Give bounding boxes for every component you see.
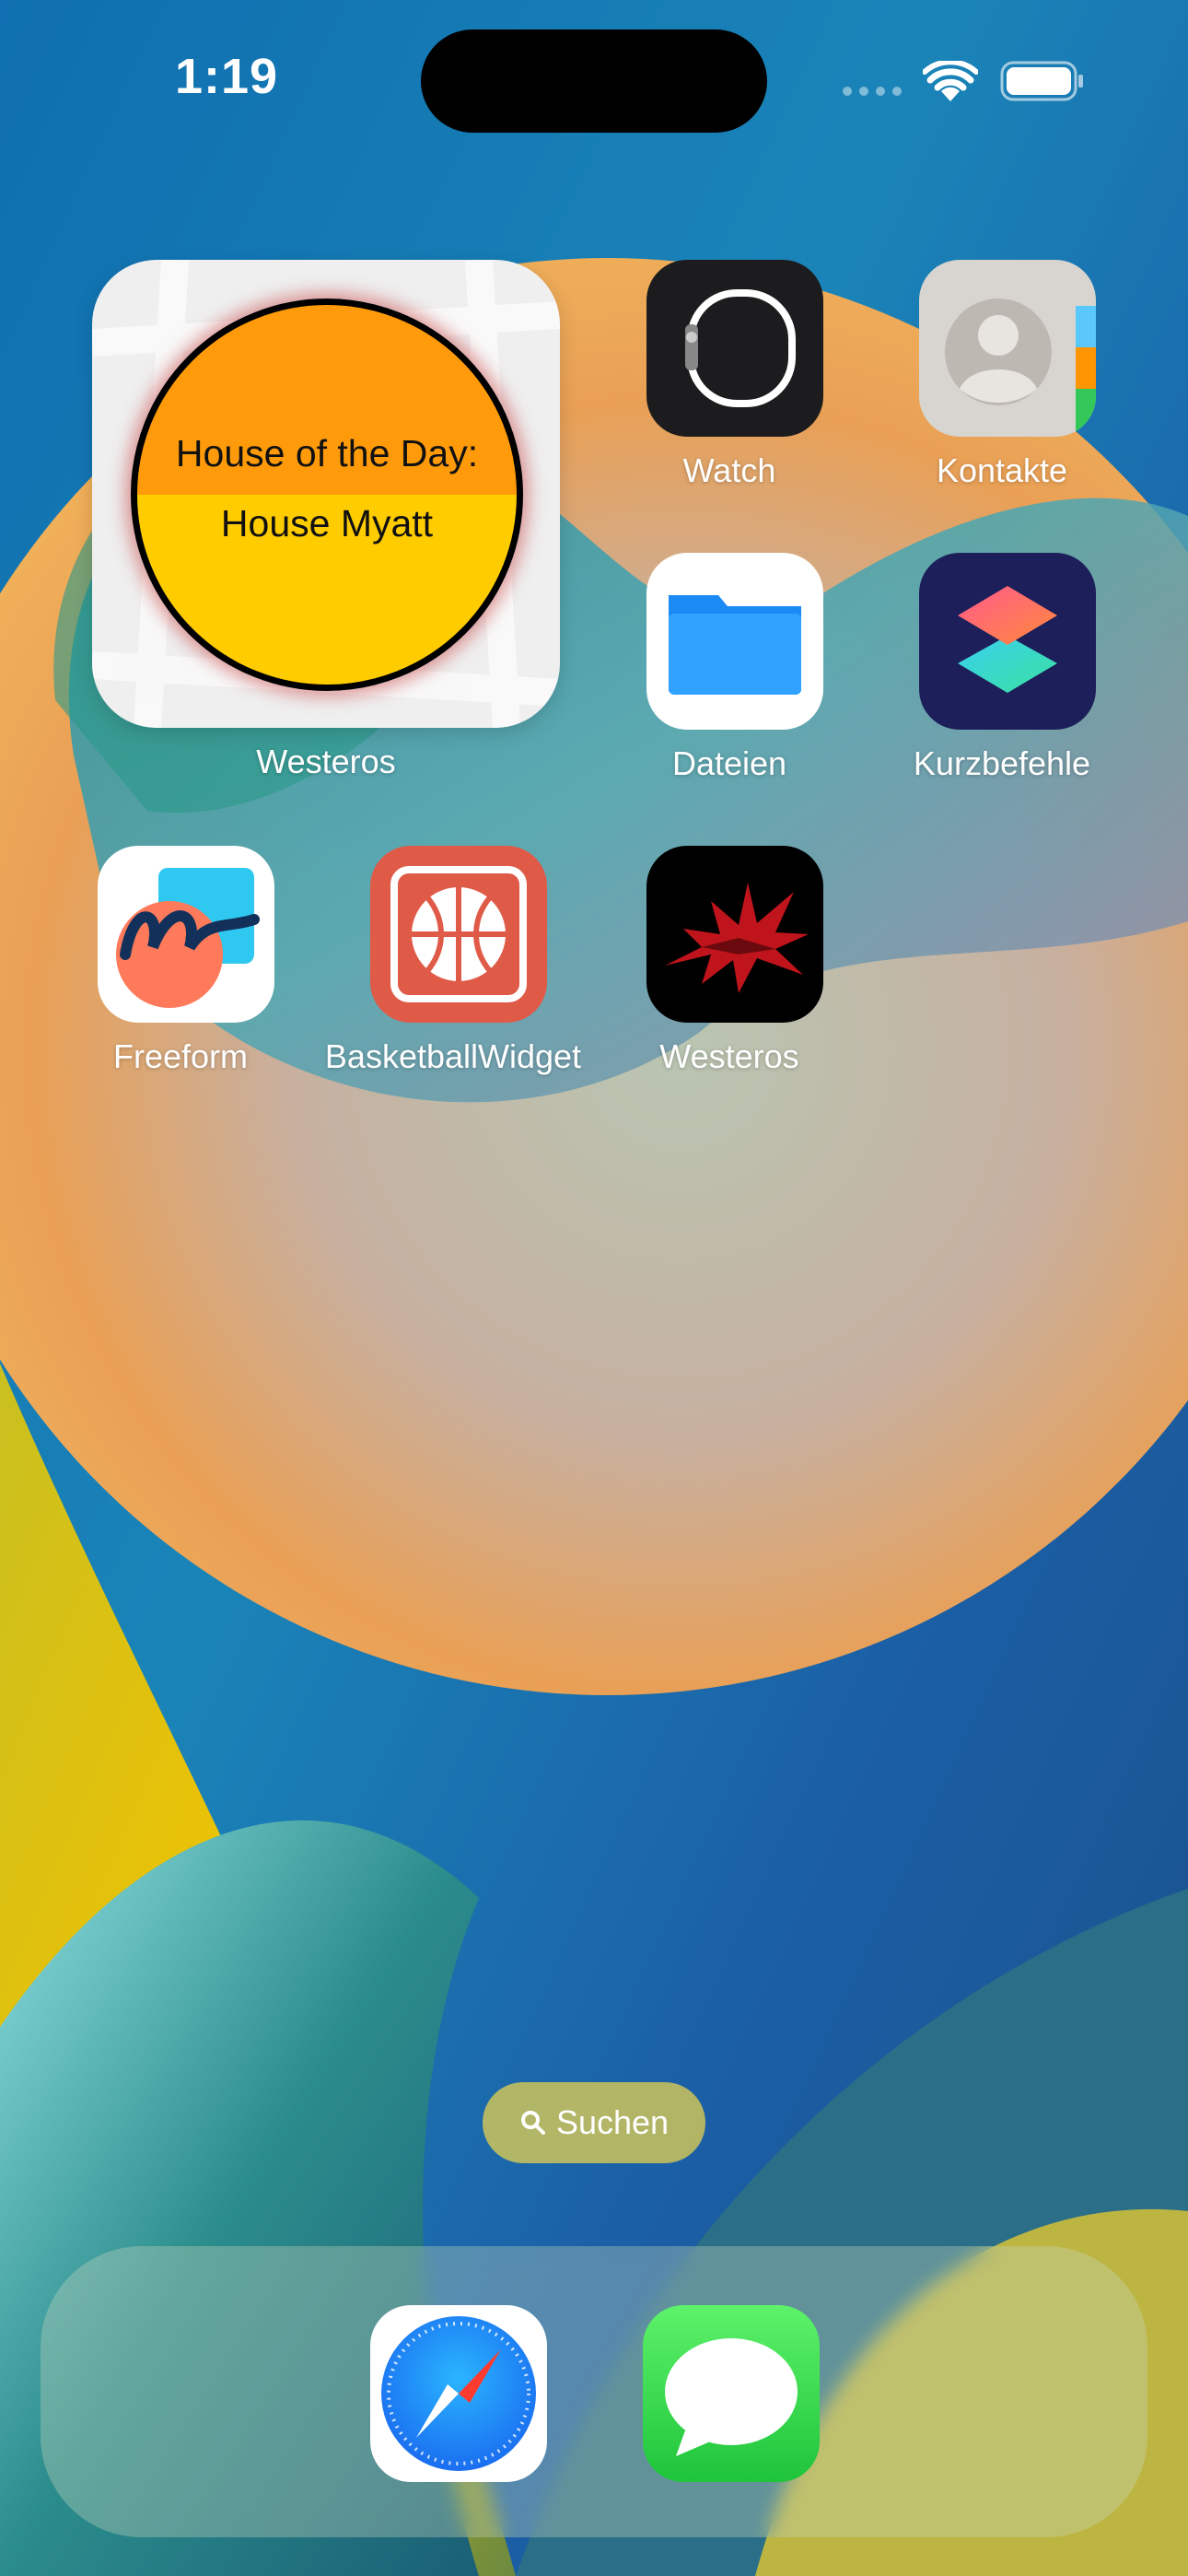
house-of-day-name: House Myatt (220, 502, 434, 544)
search-label: Suchen (555, 2103, 670, 2141)
house-of-day-title: House of the Day: (175, 432, 479, 474)
app-label: Freeform (112, 1037, 249, 1075)
app-label: Dateien (671, 744, 787, 782)
basketball-icon (370, 846, 547, 1023)
wifi-icon (923, 61, 978, 101)
app-label: Kurzbefehle (913, 744, 1091, 782)
widget-label: Westeros (256, 743, 396, 780)
messages-icon[interactable] (643, 2305, 820, 2482)
dock (41, 2246, 1147, 2537)
westeros-widget[interactable]: House of the Day: House Myatt (92, 260, 560, 728)
status-time: 1:19 (175, 49, 279, 104)
app-label: BasketballWidget (324, 1037, 582, 1075)
search-icon (520, 2111, 545, 2135)
house-of-day-disc: House of the Day: House Myatt (131, 299, 523, 691)
safari-icon[interactable] (370, 2305, 547, 2482)
watch-icon (646, 260, 823, 437)
contacts-icon (919, 260, 1096, 437)
signal-icon (843, 87, 902, 96)
app-label: Watch (682, 451, 776, 489)
dragon-icon (646, 846, 823, 1023)
app-label: Westeros (659, 1037, 799, 1075)
shortcuts-icon (919, 553, 1096, 730)
dynamic-island (421, 29, 767, 133)
files-icon (646, 553, 823, 730)
search-button[interactable]: Suchen (483, 2082, 705, 2163)
app-label: Kontakte (936, 451, 1068, 489)
battery-icon (1000, 61, 1083, 101)
freeform-icon (98, 846, 274, 1023)
